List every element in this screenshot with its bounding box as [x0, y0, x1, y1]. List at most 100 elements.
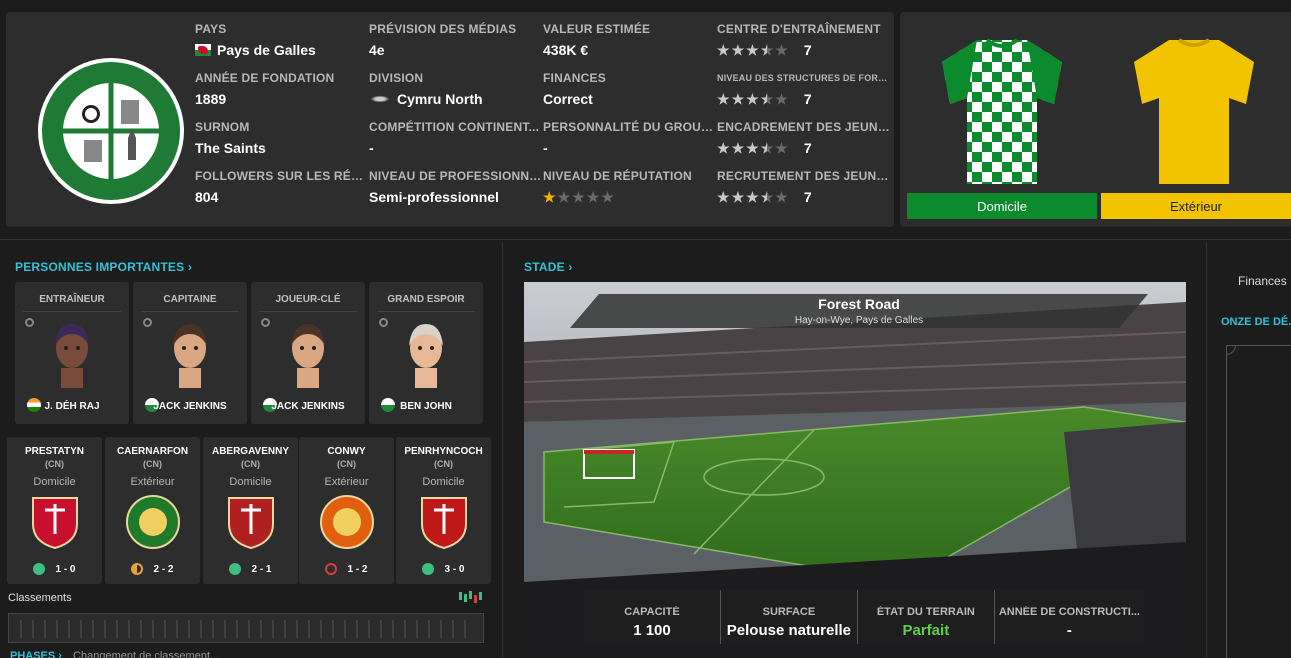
- fixture-score: 2 - 1: [251, 563, 272, 575]
- continental-comp-label: COMPÉTITION CONTINENT...: [369, 120, 540, 134]
- star-icon: ★: [760, 42, 774, 58]
- away-kit-icon[interactable]: [1124, 32, 1264, 192]
- nickname-label: SURNOM: [195, 120, 250, 134]
- training-center-stars: ★ ★ ★ ★ ★: [717, 43, 788, 57]
- person-card[interactable]: CAPITAINE JACK JENKINS: [133, 282, 247, 424]
- finances-tab[interactable]: Finances: [1238, 274, 1287, 288]
- media-prediction-item: PRÉVISION DES MÉDIAS 4e: [369, 22, 543, 71]
- person-icon: [25, 318, 34, 327]
- person-name[interactable]: BEN JOHN: [369, 401, 483, 412]
- fixture-card[interactable]: CONWY (CN) Extérieur 1 - 2: [299, 437, 394, 584]
- star-icon: ★: [557, 189, 571, 205]
- result-win-icon: [229, 563, 242, 575]
- fixture-team[interactable]: ABERGAVENNY: [203, 446, 298, 457]
- fixture-venue: Domicile: [422, 476, 465, 488]
- star-icon: ★: [543, 189, 556, 205]
- stadium-title[interactable]: STADE ›: [524, 260, 573, 274]
- youth-facilities-stars: ★ ★ ★ ★ ★: [717, 92, 788, 106]
- fixture-venue: Extérieur: [324, 476, 369, 488]
- person-name[interactable]: J. DÉH RAJ: [15, 401, 129, 412]
- youth-coaching-value: 7: [803, 140, 812, 156]
- phases-text: Changement de classement...: [73, 650, 220, 658]
- youth-coaching-label: ENCADREMENT DES JEUNES: [717, 120, 891, 134]
- star-icon: ★: [717, 140, 730, 156]
- fixture-card[interactable]: ABERGAVENNY (CN) Domicile 2 - 1: [203, 437, 298, 584]
- surface-value: Pelouse naturelle: [726, 622, 852, 639]
- star-icon: ★: [746, 189, 759, 205]
- person-card[interactable]: ENTRAÎNEUR J. DÉH RAJ: [15, 282, 129, 424]
- followers-item: FOLLOWERS SUR LES RÉSE... 804: [195, 169, 369, 218]
- followers-label: FOLLOWERS SUR LES RÉSE...: [195, 169, 369, 183]
- finances-label: FINANCES: [543, 71, 606, 85]
- form-chart-icon[interactable]: [458, 590, 484, 604]
- group-personality-value: -: [543, 140, 548, 156]
- training-center-item: CENTRE D'ENTRAÎNEMENT ★ ★ ★ ★ ★ 7: [717, 22, 891, 71]
- home-kit-button[interactable]: Domicile: [907, 193, 1097, 219]
- person-card[interactable]: GRAND ESPOIR BEN JOHN: [369, 282, 483, 424]
- fixture-score: 1 - 2: [347, 563, 368, 575]
- standings-timeline[interactable]: [8, 613, 484, 643]
- phases-row[interactable]: PHASES › Changement de classement...: [10, 650, 219, 658]
- group-personality-item: PERSONNALITÉ DU GROUPE -: [543, 120, 717, 169]
- key-people-title[interactable]: PERSONNES IMPORTANTES ›: [15, 260, 192, 274]
- star-icon: ★: [760, 189, 774, 205]
- division-value[interactable]: Cymru North: [397, 90, 483, 108]
- star-icon: ★: [731, 189, 745, 205]
- fixture-team[interactable]: PRESTATYN: [7, 446, 102, 457]
- star-icon: ★: [746, 140, 759, 156]
- finances-value: Correct: [543, 91, 593, 107]
- training-center-label: CENTRE D'ENTRAÎNEMENT: [717, 22, 881, 36]
- star-icon: ★: [586, 189, 600, 205]
- info-column-1: PAYS Pays de Galles ANNÉE DE FONDATION 1…: [195, 22, 369, 218]
- media-prediction-value: 4e: [369, 42, 385, 58]
- home-kit-icon[interactable]: [932, 32, 1072, 192]
- estimated-value-value: 438K €: [543, 42, 589, 58]
- stadium-image[interactable]: Forest Road Hay-on-Wye, Pays de Galles C…: [524, 282, 1186, 658]
- stadium-pitch-condition: ÉTAT DU TERRAIN Parfait: [858, 590, 995, 644]
- column-divider-right: [1206, 243, 1207, 658]
- chevron-right-icon: ›: [568, 260, 573, 274]
- fixture-card[interactable]: PENRHYNCOCH (CN) Domicile 3 - 0: [396, 437, 491, 584]
- info-column-3: VALEUR ESTIMÉE 438K € FINANCES Correct P…: [543, 22, 717, 218]
- stadium-surface: SURFACE Pelouse naturelle: [721, 590, 858, 644]
- result-win-icon: [422, 563, 435, 575]
- formation-pitch[interactable]: [1226, 345, 1291, 658]
- person-card[interactable]: JOUEUR-CLÉ JACK JENKINS: [251, 282, 365, 424]
- away-kit-button[interactable]: Extérieur: [1101, 193, 1291, 219]
- youth-recruitment-stars: ★ ★ ★ ★ ★: [717, 190, 788, 204]
- person-role: JOUEUR-CLÉ: [275, 294, 341, 305]
- star-icon: ★: [746, 91, 759, 107]
- person-role: ENTRAÎNEUR: [39, 294, 105, 305]
- fixture-team[interactable]: PENRHYNCOCH: [396, 446, 491, 457]
- starting-eleven-title[interactable]: ONZE DE DÉ...: [1221, 316, 1291, 328]
- professional-level-value: Semi-professionnel: [369, 189, 499, 205]
- fixture-team[interactable]: CONWY: [299, 446, 394, 457]
- phases-link[interactable]: PHASES ›: [10, 650, 62, 658]
- continental-comp-value: -: [369, 140, 374, 156]
- media-prediction-label: PRÉVISION DES MÉDIAS: [369, 22, 517, 36]
- divider: [259, 311, 357, 312]
- founded-value: 1889: [195, 91, 227, 107]
- person-name[interactable]: JACK JENKINS: [133, 401, 247, 412]
- fixture-team[interactable]: CAERNARFON: [105, 446, 200, 457]
- star-icon: ★: [746, 42, 759, 58]
- fixture-card[interactable]: PRESTATYN (CN) Domicile 1 - 0: [7, 437, 102, 584]
- estimated-value-item: VALEUR ESTIMÉE 438K €: [543, 22, 717, 71]
- standings-label: Classements: [8, 592, 72, 604]
- fixture-venue: Domicile: [229, 476, 272, 488]
- club-crest-icon: [38, 58, 184, 204]
- corner-arc: [1226, 345, 1236, 355]
- result-win-icon: [33, 563, 46, 575]
- division-item[interactable]: DIVISION Cymru North: [369, 71, 543, 120]
- professional-level-item: NIVEAU DE PROFESSIONNAL Semi-professionn…: [369, 169, 543, 218]
- fixture-card[interactable]: CAERNARFON (CN) Extérieur 2 - 2: [105, 437, 200, 584]
- section-divider: [0, 239, 1291, 240]
- player-face-icon: [291, 324, 325, 388]
- stadium-name: Forest Road: [818, 296, 900, 312]
- nickname-value: The Saints: [195, 140, 266, 156]
- training-center-value: 7: [803, 42, 812, 58]
- fixture-score: 3 - 0: [444, 563, 465, 575]
- person-name[interactable]: JACK JENKINS: [251, 401, 365, 412]
- divider: [141, 311, 239, 312]
- fixture-competition: (CN): [434, 459, 453, 469]
